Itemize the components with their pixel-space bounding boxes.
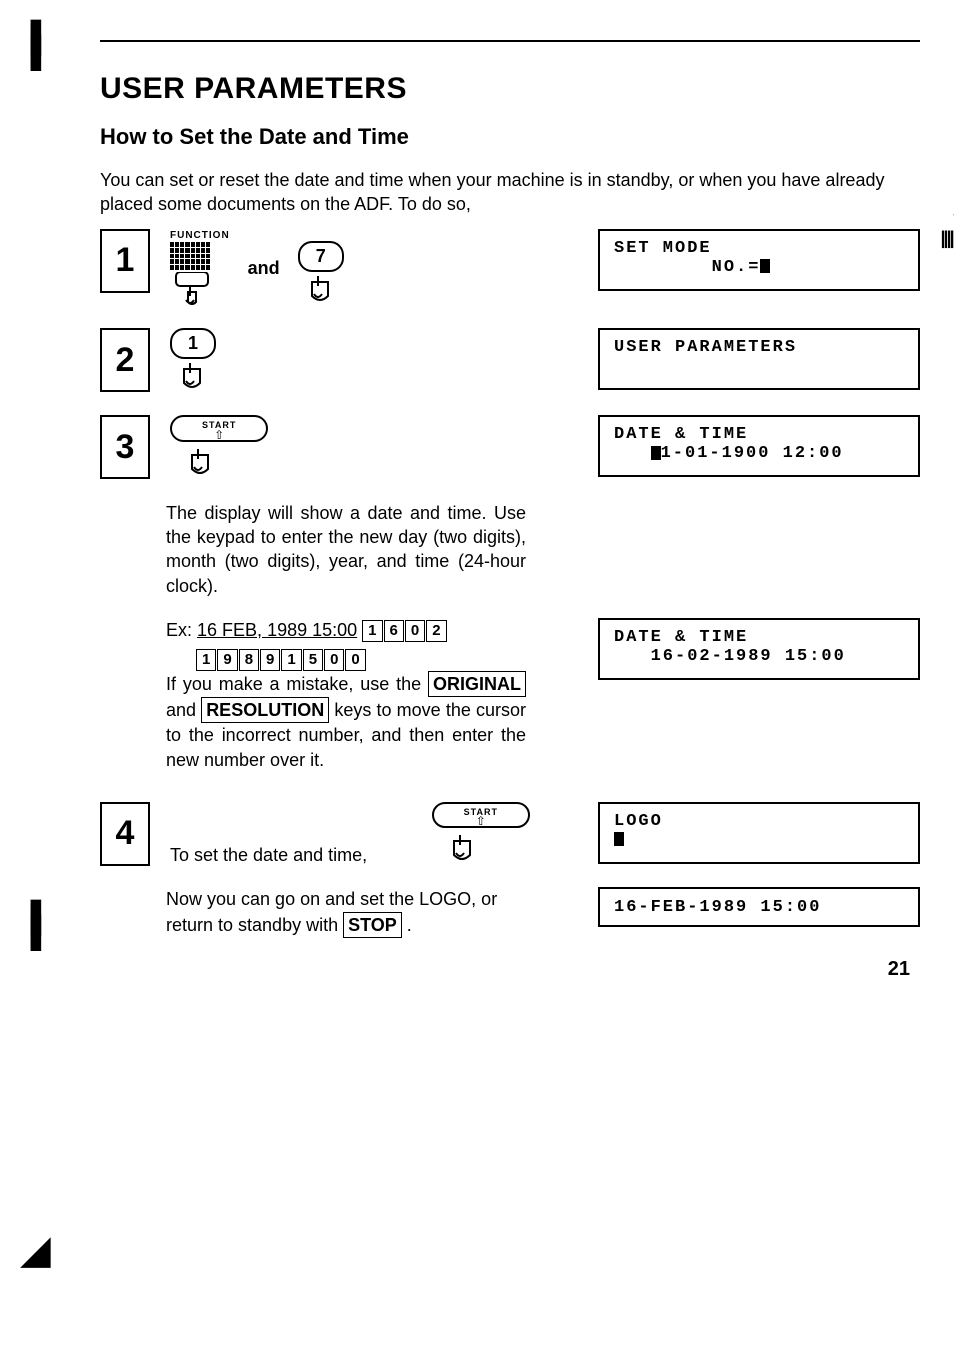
digit-key: 0 (324, 649, 344, 671)
start-key: START ⇧ (432, 802, 530, 828)
digit-key: 8 (239, 649, 259, 671)
lcd-display: 16-FEB-1989 15:00 (598, 887, 920, 927)
tab-number: 3 (941, 195, 954, 226)
step-number: 4 (100, 802, 150, 866)
horizontal-rule (100, 40, 920, 42)
digit-key: 1 (362, 620, 382, 642)
key-7: 7 (298, 241, 344, 272)
lcd-display: SET MODE NO.= (598, 229, 920, 291)
keypad-icon (170, 242, 210, 270)
binding-mark-icon: ▐▐ (20, 30, 50, 60)
tab-barcode-icon: ||||||||||||| (941, 228, 954, 249)
digit-key: 0 (345, 649, 365, 671)
function-key-label: FUNCTION (170, 229, 230, 243)
intro-text: You can set or reset the date and time w… (100, 168, 920, 217)
press-hand-icon (170, 272, 214, 308)
step-number: 2 (100, 328, 150, 392)
key-1: 1 (170, 328, 216, 359)
cursor-icon (760, 259, 770, 273)
example-block: Ex: 16 FEB, 1989 15:00 1602 19891500 If … (166, 618, 526, 772)
page-number: 21 (100, 958, 920, 981)
instruction-text: The display will show a date and time. U… (166, 501, 526, 598)
section-heading: How to Set the Date and Time (100, 124, 920, 150)
lcd-display: USER PARAMETERS (598, 328, 920, 390)
digit-key: 6 (384, 620, 404, 642)
section-tab: 3 ||||||||||||| (941, 195, 954, 249)
digit-key: 9 (217, 649, 237, 671)
press-hand-icon (432, 831, 492, 867)
step-number: 3 (100, 415, 150, 479)
start-key: START ⇧ (170, 415, 268, 441)
step4-text: To set the date and time, (170, 843, 367, 867)
page-title: USER PARAMETERS (100, 72, 920, 106)
digit-key: 1 (281, 649, 301, 671)
binding-mark-icon: ▐▐ (20, 910, 50, 940)
binding-mark-icon: ◢ (20, 1240, 50, 1260)
lcd-display: LOGO (598, 802, 920, 864)
digit-key: 9 (260, 649, 280, 671)
press-hand-icon (170, 445, 230, 481)
final-text: Now you can go on and set the LOGO, or r… (166, 887, 526, 938)
digit-key: 5 (303, 649, 323, 671)
press-hand-icon (170, 359, 214, 395)
stop-key: STOP (343, 912, 402, 938)
press-hand-icon (298, 272, 342, 308)
digit-key: 1 (196, 649, 216, 671)
digit-key: 2 (426, 620, 446, 642)
lcd-display: DATE & TIME 16-02-1989 15:00 (598, 618, 920, 680)
original-key: ORIGINAL (428, 671, 526, 697)
resolution-key: RESOLUTION (201, 697, 329, 723)
lcd-display: DATE & TIME 1-01-1900 12:00 (598, 415, 920, 477)
and-text: and (248, 256, 280, 280)
digit-key: 0 (405, 620, 425, 642)
step-number: 1 (100, 229, 150, 293)
cursor-icon (614, 832, 624, 846)
cursor-icon (651, 446, 661, 460)
